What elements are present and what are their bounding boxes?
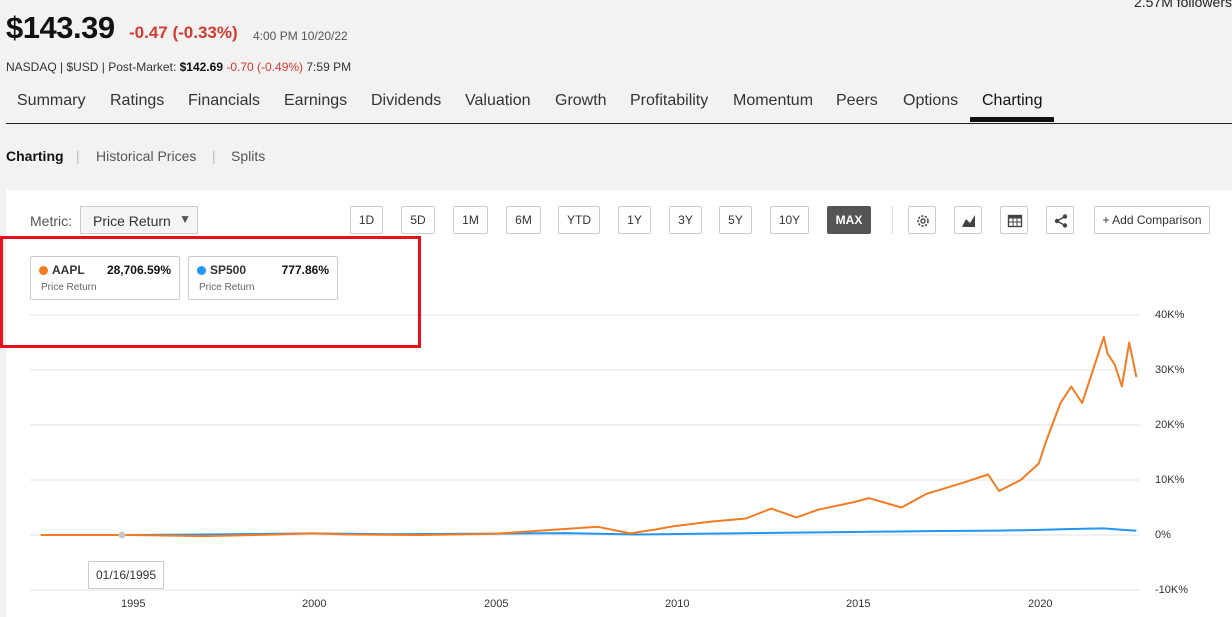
x-tick-label: 2000 [302, 598, 327, 610]
date-tooltip: 01/16/1995 [88, 561, 164, 589]
y-tick-label: 10K% [1155, 474, 1185, 486]
x-tick-label: 2010 [665, 598, 690, 610]
y-tick-label: 40K% [1155, 309, 1185, 321]
x-tick-label: 2015 [846, 598, 871, 610]
y-tick-label: -10K% [1155, 584, 1189, 596]
series-line-aapl [40, 336, 1138, 538]
x-tick-label: 2005 [484, 598, 509, 610]
series-line-sp500 [40, 527, 1137, 536]
hover-marker [118, 531, 126, 539]
y-tick-label: 0% [1155, 529, 1171, 541]
y-tick-label: 20K% [1155, 419, 1185, 431]
x-tick-label: 2020 [1028, 598, 1053, 610]
x-tick-label: 1995 [121, 598, 146, 610]
highlight-box [0, 236, 421, 348]
y-tick-label: 30K% [1155, 364, 1185, 376]
